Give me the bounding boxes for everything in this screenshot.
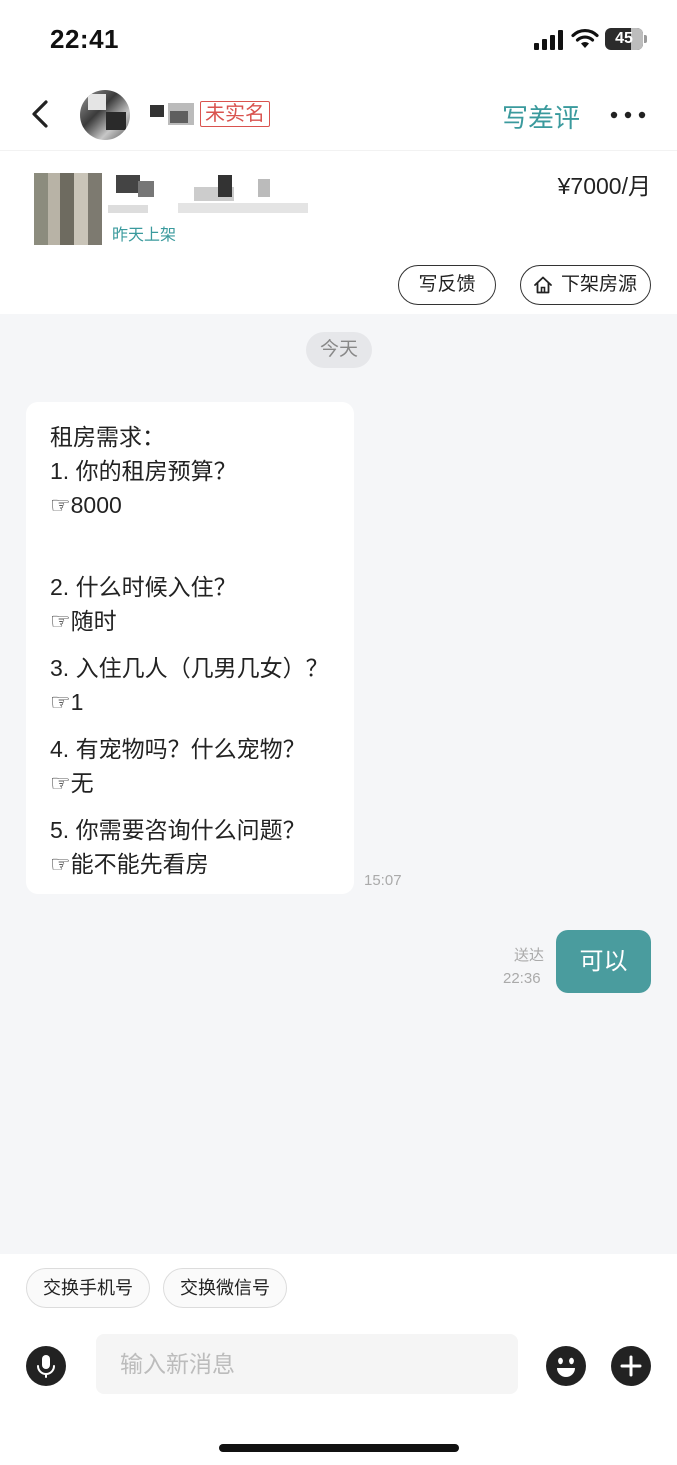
message-line: 5. 你需要咨询什么问题？ — [50, 817, 306, 843]
message-line: ☞8000 — [50, 492, 122, 518]
chat-header: 未实名 写差评 — [0, 80, 677, 150]
outgoing-timestamp: 22:36 — [503, 970, 541, 987]
listing-title-redacted — [108, 175, 318, 217]
more-icon[interactable] — [610, 111, 646, 119]
message-line: 3. 入住几人（几男几女）？ — [50, 655, 329, 681]
home-indicator[interactable] — [219, 1444, 459, 1452]
exchange-wechat-chip[interactable]: 交换微信号 — [163, 1268, 287, 1308]
date-divider: 今天 — [306, 332, 372, 368]
battery-level: 45 — [615, 30, 633, 47]
outgoing-message[interactable]: 可以 — [556, 930, 651, 993]
status-time: 22:41 — [50, 24, 119, 54]
message-line: ☞无 — [50, 770, 94, 796]
incoming-timestamp: 15:07 — [364, 872, 402, 889]
bad-review-button[interactable]: 写差评 — [502, 98, 580, 135]
delivery-status: 送达 — [514, 947, 545, 964]
listing-price: ¥7000/月 — [557, 173, 651, 199]
message-line: ☞能不能先看房 — [50, 851, 209, 877]
emoji-icon[interactable] — [546, 1346, 586, 1386]
chat-messages[interactable]: 今天 租房需求： 1. 你的租房预算？ ☞8000 2. 什么时候入住？ ☞随时… — [0, 314, 677, 1254]
avatar[interactable] — [80, 90, 130, 140]
battery-indicator: 45 — [605, 28, 647, 50]
incoming-message[interactable]: 租房需求： 1. 你的租房预算？ ☞8000 2. 什么时候入住？ ☞随时 3.… — [26, 402, 354, 894]
back-icon[interactable] — [26, 96, 56, 132]
message-line: 1. 你的租房预算？ — [50, 458, 237, 484]
message-line: 2. 什么时候入住？ — [50, 574, 237, 600]
status-bar: 22:41 45 — [0, 0, 677, 80]
listing-card[interactable]: 昨天上架 ¥7000/月 写反馈 下架房源 — [0, 150, 677, 314]
listing-thumbnail — [34, 173, 102, 245]
signal-icon — [534, 30, 563, 50]
wifi-icon — [571, 28, 599, 48]
message-line: ☞1 — [50, 689, 84, 715]
house-icon — [534, 276, 552, 294]
plus-icon[interactable] — [611, 1346, 651, 1386]
exchange-phone-chip[interactable]: 交换手机号 — [26, 1268, 150, 1308]
feedback-button[interactable]: 写反馈 — [398, 265, 496, 305]
mic-icon[interactable] — [26, 1346, 66, 1386]
delist-button[interactable]: 下架房源 — [520, 265, 651, 305]
listed-time: 昨天上架 — [112, 227, 177, 244]
message-line: 租房需求： — [50, 424, 165, 450]
unverified-badge: 未实名 — [200, 101, 270, 127]
composer: 交换手机号 交换微信号 — [0, 1254, 677, 1465]
contact-name-redacted — [150, 99, 200, 129]
message-line: ☞随时 — [50, 608, 117, 634]
message-input[interactable] — [96, 1334, 518, 1394]
delist-label: 下架房源 — [561, 274, 638, 295]
message-line: 4. 有宠物吗？什么宠物？ — [50, 736, 306, 762]
